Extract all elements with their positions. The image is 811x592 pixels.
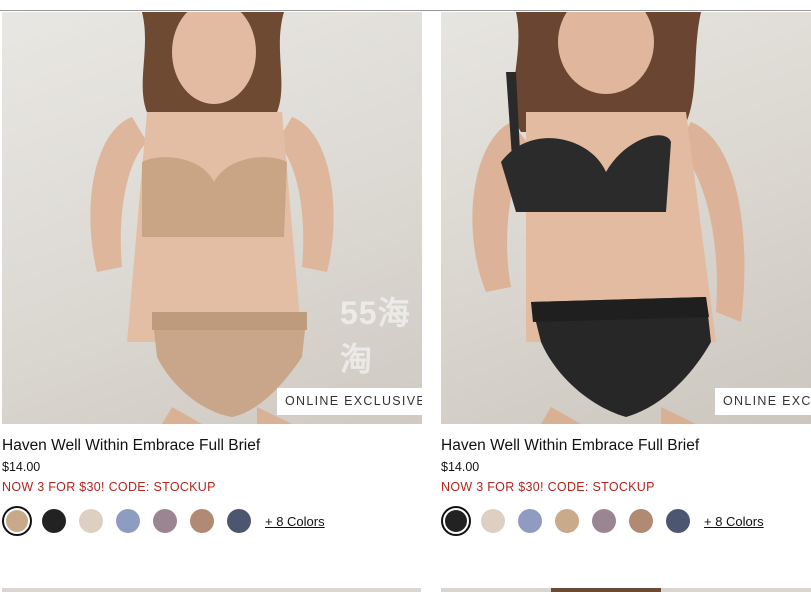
online-exclusive-badge: ONLINE EXCLUSIVE: [277, 388, 422, 415]
product-image[interactable]: 55海淘 ONLINE EXCLUSIVE: [2, 12, 422, 424]
product-card[interactable]: ONLINE EXCLUSIVE Haven Well Within Embra…: [441, 12, 811, 537]
color-swatch[interactable]: [190, 509, 214, 533]
promo-text: NOW 3 FOR $30! CODE: STOCKUP: [441, 480, 655, 494]
product-name[interactable]: Haven Well Within Embrace Full Brief: [2, 437, 422, 455]
product-price: $14.00: [2, 460, 41, 474]
color-swatch[interactable]: [441, 506, 471, 536]
color-swatch[interactable]: [79, 509, 103, 533]
more-colors-link[interactable]: + 8 Colors: [265, 514, 325, 529]
product-name[interactable]: Haven Well Within Embrace Full Brief: [441, 437, 811, 455]
next-image-hair: [551, 588, 661, 592]
promo-text: NOW 3 FOR $30! CODE: STOCKUP: [2, 480, 216, 494]
top-divider: [0, 10, 811, 11]
next-product-image[interactable]: [2, 588, 421, 592]
next-product-image[interactable]: [441, 588, 811, 592]
color-swatches: + 8 Colors: [2, 505, 422, 537]
model-photo-illustration: [472, 12, 745, 424]
color-swatch[interactable]: [481, 509, 505, 533]
online-exclusive-badge: ONLINE EXCLUSIVE: [715, 388, 811, 415]
color-swatch[interactable]: [2, 506, 32, 536]
product-card[interactable]: 55海淘 ONLINE EXCLUSIVE Haven Well Within …: [2, 12, 422, 537]
color-swatch[interactable]: [518, 509, 542, 533]
color-swatch[interactable]: [629, 509, 653, 533]
product-price: $14.00: [441, 460, 480, 474]
color-swatch[interactable]: [42, 509, 66, 533]
color-swatch[interactable]: [666, 509, 690, 533]
color-swatch[interactable]: [153, 509, 177, 533]
color-swatch[interactable]: [592, 509, 616, 533]
color-swatch[interactable]: [116, 509, 140, 533]
more-colors-link[interactable]: + 8 Colors: [704, 514, 764, 529]
model-photo-illustration: [90, 12, 334, 424]
color-swatch[interactable]: [555, 509, 579, 533]
product-image[interactable]: ONLINE EXCLUSIVE: [441, 12, 811, 424]
color-swatches: + 8 Colors: [441, 505, 811, 537]
color-swatch[interactable]: [227, 509, 251, 533]
